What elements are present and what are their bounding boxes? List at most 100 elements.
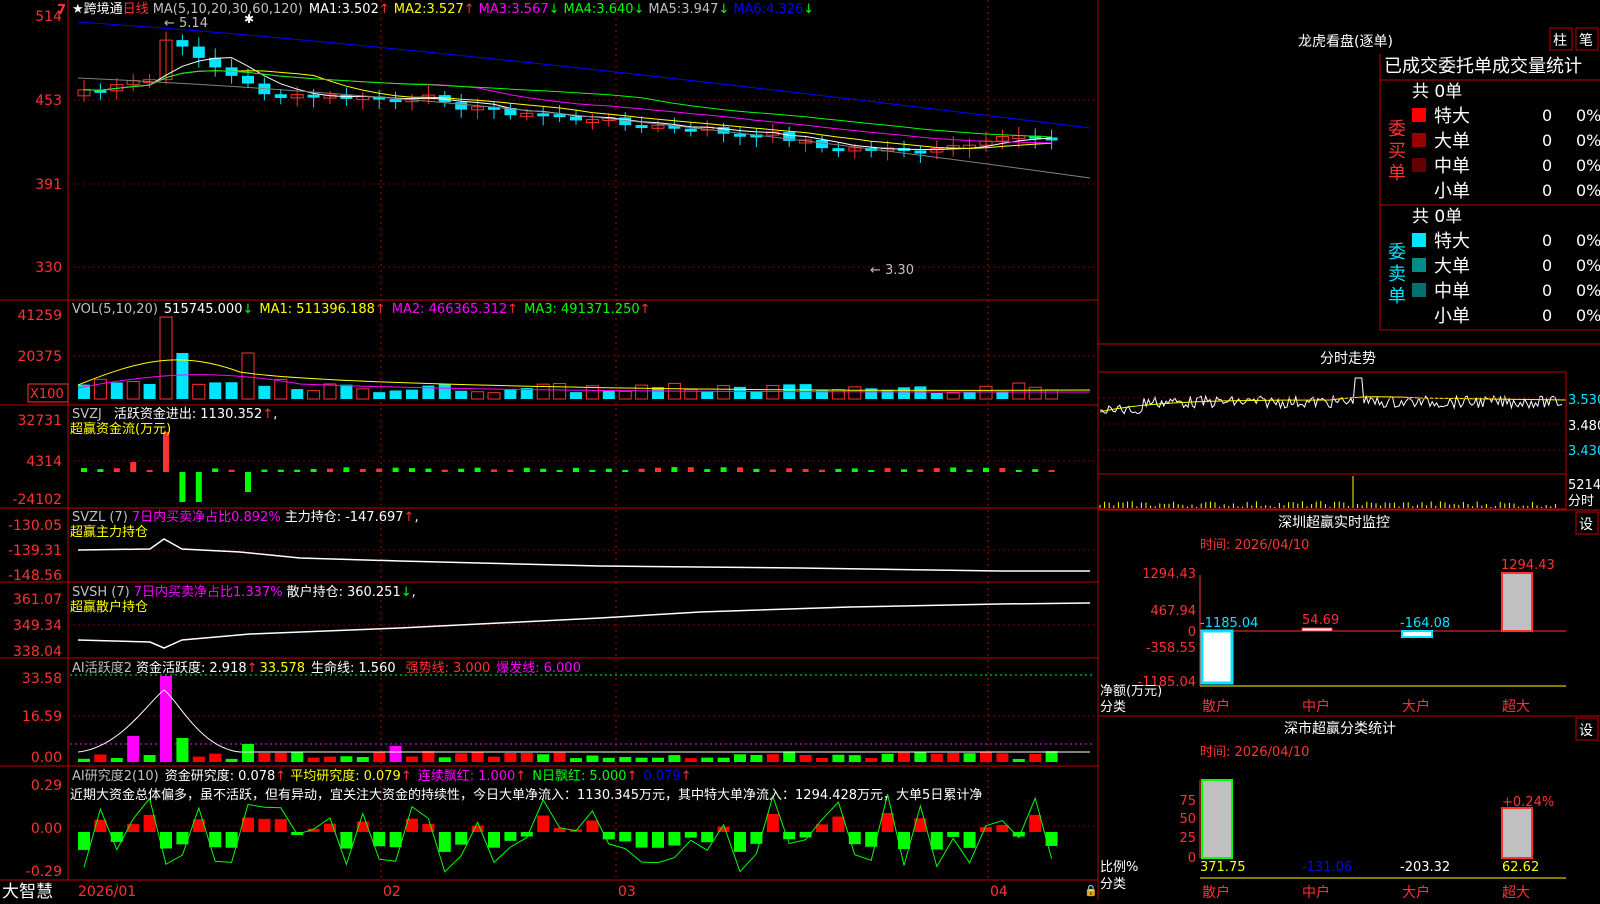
intraday-vol-tick: 52142 bbox=[1568, 478, 1600, 493]
volume-bar-up bbox=[274, 378, 288, 400]
lhb-tab-orders[interactable]: 委托单 bbox=[1438, 56, 1492, 77]
svg-text:特大: 特大 bbox=[1434, 106, 1470, 127]
candlestick-series[interactable] bbox=[77, 31, 1058, 163]
activity-bar bbox=[783, 751, 796, 762]
lhb-tab-filled[interactable]: 已成交 bbox=[1384, 56, 1438, 77]
activity-bar bbox=[389, 746, 402, 762]
fund-flow-bar bbox=[491, 469, 497, 472]
svg-text:33.58: 33.58 bbox=[22, 671, 62, 687]
activity-bar bbox=[127, 736, 140, 762]
classify-bar-retail bbox=[1201, 779, 1233, 859]
activity-bar bbox=[110, 758, 123, 762]
ai-research-bars bbox=[78, 794, 1058, 873]
candle-body-down bbox=[816, 139, 828, 149]
classify-xlabel: 分类 bbox=[1100, 877, 1126, 892]
activity-bar bbox=[586, 755, 599, 762]
svg-text:467.94: 467.94 bbox=[1151, 604, 1197, 619]
fund-flow-bar bbox=[819, 469, 825, 472]
activity-bar bbox=[373, 751, 386, 762]
candle-body-down bbox=[307, 94, 320, 98]
volume-bar-down bbox=[143, 383, 156, 399]
fund-flow-bar bbox=[195, 472, 202, 502]
volume-bar-down bbox=[455, 390, 468, 399]
volume-bar-up bbox=[192, 383, 206, 400]
fund-flow-bar bbox=[97, 469, 104, 472]
x-tick: 03 bbox=[618, 884, 636, 900]
activity-bar bbox=[930, 753, 943, 762]
activity-bar bbox=[94, 754, 107, 762]
monitor-bar-medium bbox=[1301, 627, 1333, 632]
fund-flow-bar bbox=[163, 432, 169, 472]
event-marker-icon[interactable]: ✱ bbox=[244, 12, 254, 26]
ai2-header: AI研究度2(10) 资金研究度: 0.078↑ 平均研究度: 0.079↑ 连续飘红: 1… bbox=[72, 768, 692, 784]
svg-text:25: 25 bbox=[1179, 831, 1196, 846]
fund-flow-bar bbox=[884, 468, 891, 472]
fund-flow-bar bbox=[966, 469, 973, 472]
stock-name[interactable]: 跨境通 bbox=[84, 2, 123, 17]
candle-body-down bbox=[570, 116, 582, 121]
volume-bar-up bbox=[307, 390, 321, 400]
lhb-tab-volume-stats[interactable]: 成交量统计 bbox=[1492, 56, 1582, 77]
monitor-settings-button[interactable]: 设 bbox=[1579, 517, 1593, 533]
research-bar bbox=[652, 832, 664, 848]
volume-bar-down bbox=[340, 384, 353, 399]
svg-text:0: 0 bbox=[1542, 181, 1552, 200]
fund-flow-bar bbox=[212, 468, 219, 472]
research-bar bbox=[734, 832, 746, 852]
monitor-y-axis: 1294.43 467.94 0 -358.55 -1185.04 bbox=[1138, 567, 1196, 690]
research-bar bbox=[127, 824, 140, 832]
svg-text:中单: 中单 bbox=[1434, 281, 1470, 302]
ma2-label: MA2: bbox=[394, 2, 427, 17]
volume-bar-down bbox=[602, 390, 615, 399]
activity-bar bbox=[422, 751, 435, 762]
research-bar bbox=[274, 819, 287, 832]
activity-bar bbox=[143, 755, 156, 762]
fund-flow-bar bbox=[474, 467, 481, 472]
volume-bar-down bbox=[406, 389, 418, 399]
grid-lines bbox=[68, 99, 1098, 827]
lhb-tick-button[interactable]: 笔 bbox=[1579, 33, 1593, 49]
volume-bar-down bbox=[504, 389, 517, 399]
svg-text:0%: 0% bbox=[1576, 306, 1600, 325]
stock-chart-workspace[interactable]: 7 ★跨境通日线 MA(5,10,20,30,60,120) MA1:3.502↑ M… bbox=[0, 0, 1600, 902]
activity-bar bbox=[717, 757, 730, 762]
svg-text:小单: 小单 bbox=[1434, 181, 1470, 202]
intraday-grid bbox=[1098, 397, 1566, 451]
x-axis: 2026/01 02 03 04 bbox=[78, 884, 1008, 900]
lock-icon[interactable]: 🔒 bbox=[1084, 884, 1098, 897]
volume-bars[interactable] bbox=[77, 316, 1091, 400]
research-bar bbox=[996, 824, 1009, 832]
research-bar bbox=[635, 832, 648, 848]
fund-flow-bar bbox=[753, 468, 760, 472]
app-brand[interactable]: 大智慧 bbox=[2, 882, 53, 902]
fund-flow-bar bbox=[310, 469, 317, 472]
svg-text:-130.05: -130.05 bbox=[8, 518, 62, 534]
fund-flow-bar bbox=[737, 467, 743, 472]
lhb-title: 龙虎看盘(逐单) bbox=[1298, 33, 1393, 50]
activity-bar bbox=[160, 676, 172, 762]
svzl-y-axis: -130.05 -139.31 -148.56 bbox=[8, 518, 62, 584]
fund-flow-bar bbox=[638, 468, 645, 472]
classify-time: 时间: 2026/04/10 bbox=[1200, 745, 1309, 760]
intraday-y-axis: 3.530 3.480 3.430 bbox=[1568, 393, 1600, 459]
activity-bar bbox=[78, 758, 90, 762]
classify-x-axis: 散户 中户 大户 超大 bbox=[1202, 884, 1530, 901]
y-tick: 391 bbox=[35, 177, 62, 193]
fund-flow-bar bbox=[359, 468, 366, 472]
lhb-bar-button[interactable]: 柱 bbox=[1553, 33, 1567, 49]
fund-flow-bar bbox=[179, 472, 186, 502]
research-bar bbox=[1029, 814, 1042, 832]
fund-flow-bar bbox=[589, 469, 596, 472]
svg-text:0: 0 bbox=[1542, 281, 1552, 300]
period-label[interactable]: 日线 bbox=[123, 2, 149, 17]
ma1-label: MA1: bbox=[309, 2, 342, 17]
classify-settings-button[interactable]: 设 bbox=[1579, 723, 1593, 739]
research-bar bbox=[225, 832, 238, 848]
y-tick: 330 bbox=[35, 260, 62, 276]
volume-bar-up bbox=[717, 385, 731, 400]
fund-flow-bar bbox=[343, 467, 350, 472]
research-bar bbox=[766, 813, 779, 832]
fund-flow-bar bbox=[868, 469, 875, 472]
y-tick: 453 bbox=[35, 93, 62, 109]
svg-text:0%: 0% bbox=[1576, 281, 1600, 300]
